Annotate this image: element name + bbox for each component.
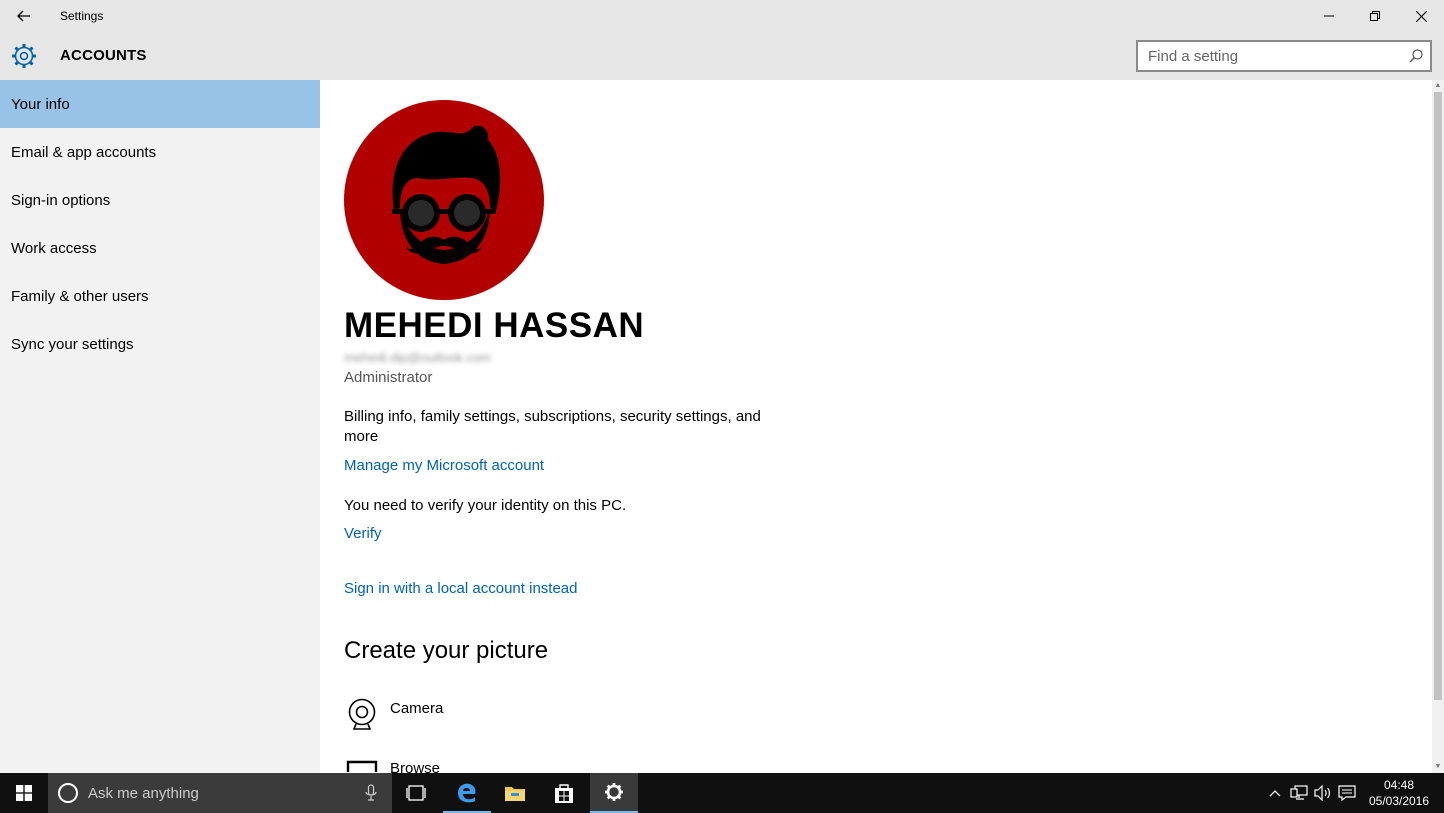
content-scrollbar[interactable]: ▲ ▼ [1432,80,1444,773]
verify-link[interactable]: Verify [344,525,382,542]
settings-icon [605,783,623,801]
sidebar-item-your-info[interactable]: Your info [0,80,320,128]
camera-label: Camera [390,700,444,717]
sidebar-item-email-app-accounts[interactable]: Email & app accounts [0,128,320,176]
main-content: MEHEDI HASSAN mehedi.dip@outlook.com Adm… [320,80,1444,773]
edge-taskbar-button[interactable] [443,773,491,813]
settings-header: ACCOUNTS [0,32,1444,80]
avatar [344,100,544,300]
search-icon[interactable] [1408,48,1424,64]
search-input[interactable] [1138,42,1398,70]
restore-icon [1370,11,1380,21]
minimize-icon [1324,15,1334,17]
scroll-thumb[interactable] [1434,92,1442,700]
billing-info-text: Billing info, family settings, subscript… [344,408,761,445]
task-view-button[interactable] [392,773,440,813]
store-button[interactable] [540,773,588,813]
microphone-icon[interactable] [364,784,378,802]
clock-date: 05/03/2016 [1368,794,1430,808]
user-role: Administrator [344,369,433,386]
avatar-illustration [392,125,501,264]
local-account-link[interactable]: Sign in with a local account instead [344,580,577,597]
sidebar: Your info Email & app accounts Sign-in o… [0,80,320,773]
store-icon [555,784,573,803]
settings-taskbar-button[interactable] [590,773,638,813]
window-title: Settings [60,9,104,23]
browse-option[interactable]: Browse [344,756,544,773]
manage-account-link[interactable]: Manage my Microsoft account [344,457,544,474]
windows-logo-icon [16,785,32,801]
start-button[interactable] [0,773,48,813]
taskbar-clock[interactable]: 04:48 05/03/2016 [1362,777,1436,809]
cortana-icon [58,783,78,803]
minimize-button[interactable] [1306,0,1352,32]
file-explorer-button[interactable] [491,773,539,813]
browse-label: Browse [390,760,441,773]
notifications-icon [1338,785,1356,801]
taskbar: Ask me anything 04:48 05/03/2016 [0,773,1444,813]
action-center-button[interactable] [1338,785,1356,801]
camera-option[interactable]: Camera [344,696,544,736]
scroll-up-icon[interactable]: ▲ [1432,80,1444,92]
find-setting-search[interactable] [1136,40,1432,72]
back-button[interactable] [8,4,40,28]
create-picture-heading: Create your picture [344,637,549,664]
title-bar: Settings [0,0,1444,32]
close-icon [1415,10,1427,22]
sidebar-item-work-access[interactable]: Work access [0,224,320,272]
verify-identity-text: You need to verify your identity on this… [344,497,627,514]
sidebar-item-family-other-users[interactable]: Family & other users [0,272,320,320]
show-hidden-icons-button[interactable] [1266,785,1284,801]
user-email: mehedi.dip@outlook.com [344,350,491,365]
back-arrow-icon [17,10,30,22]
network-icon [1290,785,1308,800]
camera-icon [348,698,376,730]
edge-icon [458,783,476,803]
network-button[interactable] [1290,785,1308,801]
task-view-icon [406,785,426,801]
volume-button[interactable] [1314,785,1332,801]
gear-icon [12,44,36,68]
sidebar-item-sync-settings[interactable]: Sync your settings [0,320,320,368]
cortana-placeholder: Ask me anything [88,785,199,802]
clock-time: 04:48 [1383,778,1415,792]
chevron-up-icon [1269,790,1281,797]
sidebar-item-sign-in-options[interactable]: Sign-in options [0,176,320,224]
volume-icon [1314,785,1330,801]
section-title: ACCOUNTS [60,47,147,64]
scroll-down-icon[interactable]: ▼ [1432,761,1444,773]
close-button[interactable] [1398,0,1444,32]
file-explorer-icon [505,787,525,801]
user-name: MEHEDI HASSAN [344,306,645,345]
cortana-search-box[interactable]: Ask me anything [48,773,392,813]
browse-icon [346,760,378,772]
restore-button[interactable] [1352,0,1398,32]
